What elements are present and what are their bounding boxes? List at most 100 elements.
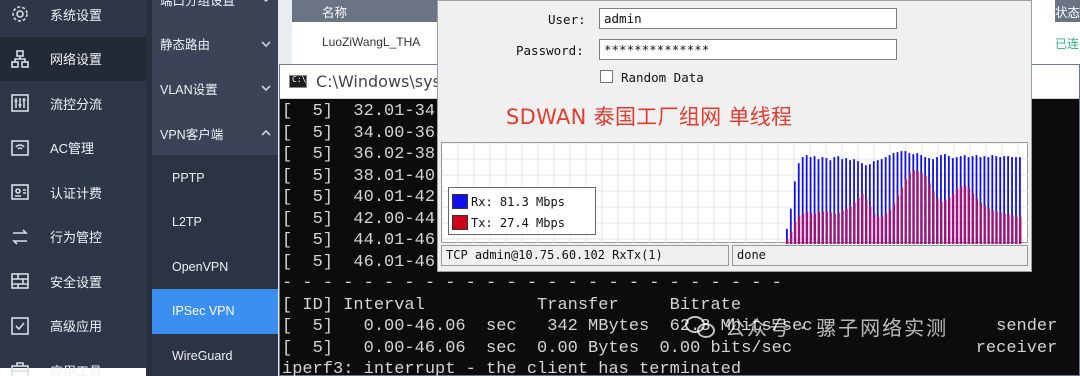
run-status: done xyxy=(732,245,1028,266)
tx-bar xyxy=(829,212,832,244)
submenu-item-label: 端口分组设置 xyxy=(160,0,236,8)
tx-bar xyxy=(1007,214,1010,244)
tx-bar xyxy=(920,173,923,244)
rx-value: Rx: 81.3 Mbps xyxy=(471,194,565,209)
tx-bar xyxy=(805,211,809,244)
sidebar-item-label: 认证计费 xyxy=(50,185,103,201)
submenu-item-5[interactable]: L2TP xyxy=(152,199,278,245)
status-connected-badge: 已连 xyxy=(1055,37,1080,51)
tx-bar xyxy=(786,238,789,244)
sidebar-item-label: 流控分流 xyxy=(50,96,103,112)
tx-bar xyxy=(841,210,844,244)
submenu-item-label: OpenVPN xyxy=(172,259,229,274)
tx-bar xyxy=(959,186,963,244)
tx-bar xyxy=(916,171,919,244)
tx-bar xyxy=(845,208,848,244)
sidebar-item-2[interactable]: 流控分流 xyxy=(0,81,146,126)
sidebar-item-6[interactable]: 安全设置 xyxy=(0,259,146,304)
tx-bar xyxy=(1011,215,1014,244)
sidebar-item-label: 系统设置 xyxy=(50,7,103,23)
submenu-item-label: PPTP xyxy=(172,170,205,185)
checkbox-icon xyxy=(9,315,31,337)
wifi-router-icon xyxy=(9,137,31,159)
tx-bar xyxy=(876,216,880,244)
tx-bar xyxy=(833,213,836,244)
random-data-checkbox[interactable] xyxy=(600,70,613,83)
sidebar-item-label: 行为管控 xyxy=(50,230,103,246)
sidebar-item-8[interactable]: 应用工具 xyxy=(0,348,146,376)
tx-bar xyxy=(983,205,986,244)
submenu-item-label: IPSec VPN xyxy=(172,304,235,319)
status-column: 状态 已连 xyxy=(1032,0,1080,64)
terminal-line: iperf3: interrupt - the client has termi… xyxy=(282,360,742,376)
column-header-name: 名称 xyxy=(322,6,348,20)
tx-bar xyxy=(944,199,947,244)
cmd-icon: C:\ xyxy=(289,75,307,88)
tx-bar xyxy=(809,212,813,244)
random-data-label: Random Data xyxy=(621,70,704,85)
tx-bar xyxy=(947,197,951,244)
cmd-window-title: C:\Windows\sys xyxy=(316,72,441,91)
sidebar-item-4[interactable]: 认证计费 xyxy=(0,170,146,215)
submenu-item-8[interactable]: WireGuard xyxy=(152,333,278,376)
tx-bar xyxy=(995,211,998,244)
vpn-row-name[interactable]: LuoZiWangL_THA xyxy=(322,35,420,49)
tx-bar xyxy=(817,212,820,244)
tx-bar xyxy=(872,213,876,244)
overlay-caption: SDWAN 泰国工厂组网 单线程 xyxy=(506,105,793,129)
sidebar-item-label: 高级应用 xyxy=(50,319,103,335)
submenu-item-3[interactable]: VPN客户端 xyxy=(152,111,278,156)
tx-bar xyxy=(963,185,967,244)
submenu-item-label: VPN客户端 xyxy=(160,127,224,142)
tx-bar xyxy=(975,198,978,244)
chevron-down-icon xyxy=(260,82,272,94)
tx-value: Tx: 27.4 Mbps xyxy=(471,215,565,230)
toolbox-icon xyxy=(9,359,31,376)
tx-swatch xyxy=(452,215,468,230)
password-field[interactable]: ************** xyxy=(599,39,897,60)
sidebar-item-7[interactable]: 高级应用 xyxy=(0,304,146,349)
submenu-item-6[interactable]: OpenVPN xyxy=(152,244,278,290)
chevron-down-icon xyxy=(260,38,272,50)
tx-bar xyxy=(971,193,975,244)
throughput-graph: Rx: 81.3 Mbps Tx: 27.4 Mbps xyxy=(441,142,1029,244)
column-header-status-edge: 状态 xyxy=(1055,0,1080,22)
graph-legend: Rx: 81.3 Mbps Tx: 27.4 Mbps xyxy=(448,187,596,235)
main-sidebar: 系统设置网络设置流控分流 AC管理认证计费行为管控安全设置高级应用应用工具 xyxy=(0,0,146,376)
gear-icon xyxy=(9,3,31,25)
tx-bar xyxy=(936,198,939,244)
tx-bar xyxy=(793,221,797,244)
sidebar-item-0[interactable]: 系统设置 xyxy=(0,0,146,37)
sliders-icon xyxy=(9,92,31,114)
tx-bar xyxy=(853,202,856,244)
tx-bar xyxy=(904,179,907,244)
sidebar-item-5[interactable]: 行为管控 xyxy=(0,215,146,260)
tx-bar xyxy=(892,203,896,244)
user-field[interactable]: admin xyxy=(599,8,897,29)
submenu-item-label: VLAN设置 xyxy=(160,82,218,97)
chevron-up-icon xyxy=(260,127,272,139)
submenu-item-0[interactable]: 端口分组设置 xyxy=(152,0,278,22)
submenu-item-1[interactable]: 静态路由 xyxy=(152,22,278,67)
tx-bar xyxy=(849,206,852,244)
legend-rx: Rx: 81.3 Mbps xyxy=(452,194,565,209)
tx-bar xyxy=(801,213,805,244)
tx-bar xyxy=(951,193,955,244)
tx-bar xyxy=(908,173,911,244)
submenu-item-2[interactable]: VLAN设置 xyxy=(152,66,278,111)
submenu-item-4[interactable]: PPTP xyxy=(152,155,278,200)
tx-bar xyxy=(888,209,892,244)
tx-bar xyxy=(825,211,828,244)
sidebar-item-3[interactable]: AC管理 xyxy=(0,126,146,171)
tx-bar xyxy=(1019,216,1022,244)
terminal-line: - - - - - - - - - - - - - - - - - - - - … xyxy=(282,274,782,293)
sidebar-item-label: 安全设置 xyxy=(50,274,103,290)
rx-swatch xyxy=(452,194,468,209)
tx-bar xyxy=(861,193,864,244)
submenu-item-7[interactable]: IPSec VPN xyxy=(152,289,278,334)
id-card-icon xyxy=(9,181,31,203)
sidebar-item-1[interactable]: 网络设置 xyxy=(0,36,146,81)
tx-bar xyxy=(967,188,971,244)
iperf-dialog: User: admin Password: ************** Ran… xyxy=(437,0,1032,272)
tx-bar xyxy=(1003,213,1006,244)
